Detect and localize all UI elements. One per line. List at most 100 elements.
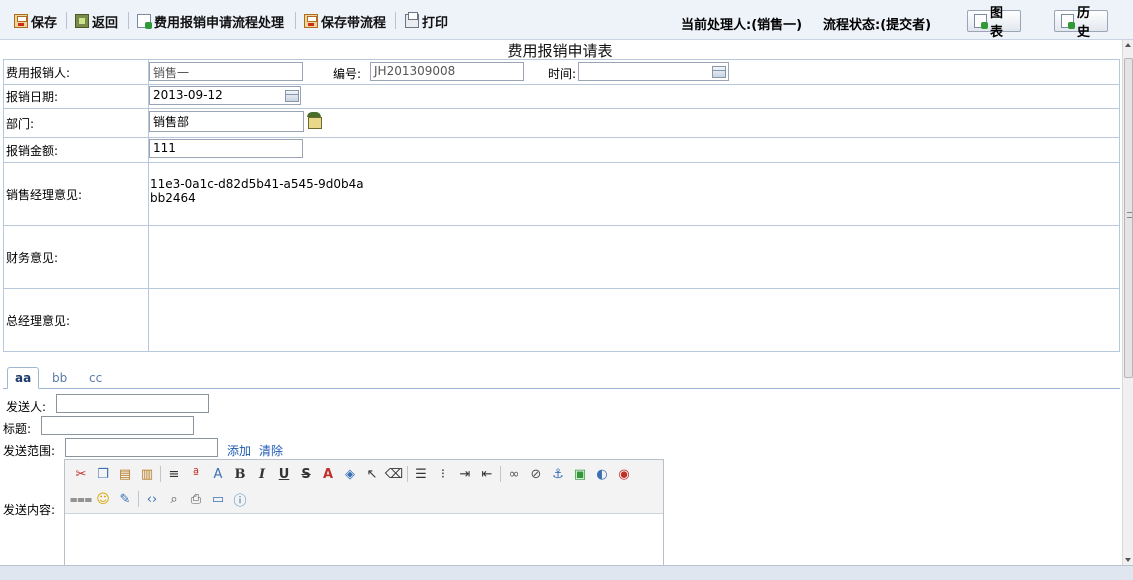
tab-aa[interactable]: aa	[7, 367, 40, 389]
editor-toolbar: ✂ ❐ ▤ ▥ ≡ ª A B I U S A ◈ ↖ ⌫ ☰ ⁝ ⇥ ⇤ ∞ …	[65, 460, 663, 514]
back-button[interactable]: 返回	[75, 12, 118, 31]
sales-opinion-line2: bb2464	[150, 191, 196, 205]
calendar-icon[interactable]	[285, 90, 299, 102]
scope-input[interactable]	[65, 438, 218, 457]
amount-label: 报销金额:	[3, 137, 149, 163]
save-icon	[304, 14, 318, 28]
save-with-flow-button[interactable]: 保存带流程	[304, 12, 386, 31]
highlight-color-icon[interactable]: ◈	[339, 464, 361, 484]
toolbar-separator	[295, 12, 296, 29]
date-label: 报销日期:	[3, 84, 149, 109]
number-input[interactable]: JH201309008	[370, 62, 524, 81]
toolbar-separator	[407, 466, 408, 482]
current-handler: 当前处理人:(销售一)	[681, 18, 803, 33]
copy-icon[interactable]: ❐	[92, 464, 114, 484]
spellcheck-icon[interactable]: ª	[185, 464, 207, 484]
paste-icon[interactable]: ▤	[114, 464, 136, 484]
sales-opinion-cell	[148, 162, 1120, 226]
eraser-icon[interactable]: ⌫	[383, 464, 405, 484]
history-icon	[1061, 14, 1076, 29]
print-icon[interactable]: ⎙	[185, 489, 207, 509]
edit-icon[interactable]: ✎	[114, 489, 136, 509]
grip-icon	[1127, 212, 1132, 218]
applicant-label: 费用报销人:	[3, 59, 149, 85]
paste-word-icon[interactable]: ▥	[136, 464, 158, 484]
underline-icon[interactable]: U	[273, 464, 295, 484]
back-icon	[75, 14, 89, 28]
vertical-scrollbar[interactable]	[1122, 40, 1133, 565]
clear-link[interactable]: 清除	[259, 442, 283, 459]
printer-icon	[405, 12, 419, 28]
chart-button[interactable]: 图表	[967, 6, 1021, 40]
horizontal-rule-icon[interactable]: ⩶	[70, 489, 92, 509]
date-input[interactable]: 2013-09-12	[149, 86, 301, 105]
italic-icon[interactable]: I	[251, 464, 273, 484]
unlink-icon[interactable]: ⊘	[525, 464, 547, 484]
cut-icon[interactable]: ✂	[70, 464, 92, 484]
select-icon[interactable]: ↖	[361, 464, 383, 484]
finance-opinion-cell[interactable]	[148, 225, 1120, 289]
sender-input[interactable]	[56, 394, 209, 413]
tab-cc[interactable]: cc	[82, 367, 109, 389]
fullscreen-icon[interactable]: ▭	[207, 489, 229, 509]
flow-status: 流程状态:(提交者)	[823, 18, 932, 33]
indent-icon[interactable]: ⇥	[454, 464, 476, 484]
save-button[interactable]: 保存	[14, 12, 57, 31]
scroll-up-icon[interactable]	[1125, 43, 1131, 47]
flash-icon[interactable]: ◐	[591, 464, 613, 484]
applicant-input[interactable]: 销售一	[149, 62, 303, 81]
sales-opinion-line1: 11e3-0a1c-d82d5b41-a545-9d0b4a	[150, 177, 364, 191]
subject-input[interactable]	[41, 416, 194, 435]
emoticon-icon[interactable]: ☺	[92, 489, 114, 509]
dept-label: 部门:	[3, 108, 149, 138]
time-input[interactable]	[578, 62, 729, 81]
form-title: 费用报销申请表	[507, 42, 613, 60]
subject-label: 标题:	[3, 422, 32, 436]
toolbar-separator	[160, 466, 161, 482]
department-picker-icon[interactable]	[306, 112, 322, 129]
outdent-icon[interactable]: ⇤	[476, 464, 498, 484]
finance-opinion-label: 财务意见:	[3, 225, 149, 289]
chart-icon	[974, 14, 989, 29]
toolbar-separator	[500, 466, 501, 482]
number-label: 编号:	[333, 67, 362, 81]
anchor-icon[interactable]: ⚓	[547, 464, 569, 484]
time-label: 时间:	[548, 67, 577, 81]
amount-input[interactable]: 111	[149, 139, 303, 158]
preview-icon[interactable]: ⌕	[163, 489, 185, 509]
gm-opinion-cell[interactable]	[148, 288, 1120, 352]
tabs-bar: aa bb cc	[3, 365, 1120, 389]
toolbar-separator	[66, 12, 67, 29]
source-code-icon[interactable]: ‹›	[141, 489, 163, 509]
font-color-icon[interactable]: A	[317, 464, 339, 484]
calendar-icon[interactable]	[712, 66, 726, 78]
about-icon[interactable]: ⓘ	[229, 489, 251, 509]
scroll-down-icon[interactable]	[1125, 558, 1131, 562]
gm-opinion-label: 总经理意见:	[3, 288, 149, 352]
list-icon[interactable]: ⁝	[432, 464, 454, 484]
scrollbar-thumb[interactable]	[1124, 58, 1133, 378]
align-icon[interactable]: ☰	[410, 464, 432, 484]
save-icon	[14, 14, 28, 28]
rich-text-editor: ✂ ❐ ▤ ▥ ≡ ª A B I U S A ◈ ↖ ⌫ ☰ ⁝ ⇥ ⇤ ∞ …	[64, 459, 664, 579]
tab-bb[interactable]: bb	[45, 367, 74, 389]
strikethrough-icon[interactable]: S	[295, 464, 317, 484]
dept-input[interactable]: 销售部	[149, 111, 304, 132]
link-icon[interactable]: ∞	[503, 464, 525, 484]
process-button[interactable]: 费用报销申请流程处理	[137, 12, 284, 31]
document-process-icon	[137, 14, 152, 29]
add-link[interactable]: 添加	[227, 442, 251, 459]
top-toolbar: 保存 返回 费用报销申请流程处理 保存带流程 打印 当前处理人:(销售一) 流程…	[0, 0, 1133, 40]
media-icon[interactable]: ◉	[613, 464, 635, 484]
print-button[interactable]: 打印	[405, 12, 448, 31]
image-icon[interactable]: ▣	[569, 464, 591, 484]
editor-toolbar-row: ✂ ❐ ▤ ▥ ≡ ª A B I U S A ◈ ↖ ⌫ ☰ ⁝ ⇥ ⇤ ∞ …	[70, 463, 635, 485]
bold-icon[interactable]: B	[229, 464, 251, 484]
text-direction-icon[interactable]: ≡	[163, 464, 185, 484]
bottom-status-bar	[0, 565, 1133, 580]
sales-opinion-label: 销售经理意见:	[3, 162, 149, 226]
history-button[interactable]: 历史	[1054, 6, 1108, 40]
font-size-icon[interactable]: A	[207, 464, 229, 484]
content-label: 发送内容:	[3, 503, 56, 517]
editor-toolbar-row: ⩶ ☺ ✎ ‹› ⌕ ⎙ ▭ ⓘ	[70, 488, 251, 510]
